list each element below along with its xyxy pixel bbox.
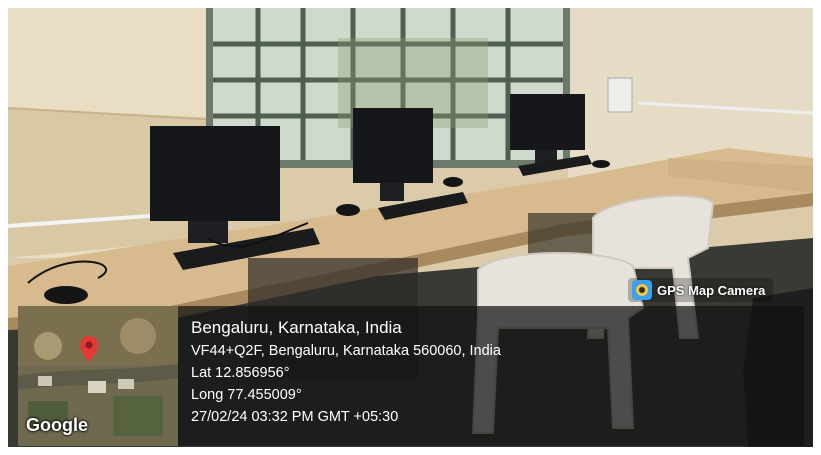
address-text: VF44+Q2F, Bengaluru, Karnataka 560060, I… xyxy=(191,343,501,359)
camera-pin-icon xyxy=(632,280,652,300)
gps-map-camera-badge: GPS Map Camera xyxy=(628,278,774,302)
map-pin-icon xyxy=(80,336,98,362)
gps-badge-label: GPS Map Camera xyxy=(657,282,766,298)
google-logo: Google xyxy=(26,415,88,435)
place-name: Bengaluru, Karnataka, India xyxy=(191,318,402,337)
location-details: Bengaluru, Karnataka, India VF44+Q2F, Be… xyxy=(191,316,501,428)
location-info-panel: Google Bengaluru, Karnataka, India VF44+… xyxy=(18,306,804,446)
minimap: Google xyxy=(18,306,178,446)
photo-frame: GPS Map Camera Google Bengaluru, Karnata… xyxy=(8,8,813,447)
latitude-text: Lat 12.856956° xyxy=(191,365,290,381)
timestamp-text: 27/02/24 03:32 PM GMT +05:30 xyxy=(191,409,399,425)
longitude-text: Long 77.455009° xyxy=(191,387,302,403)
